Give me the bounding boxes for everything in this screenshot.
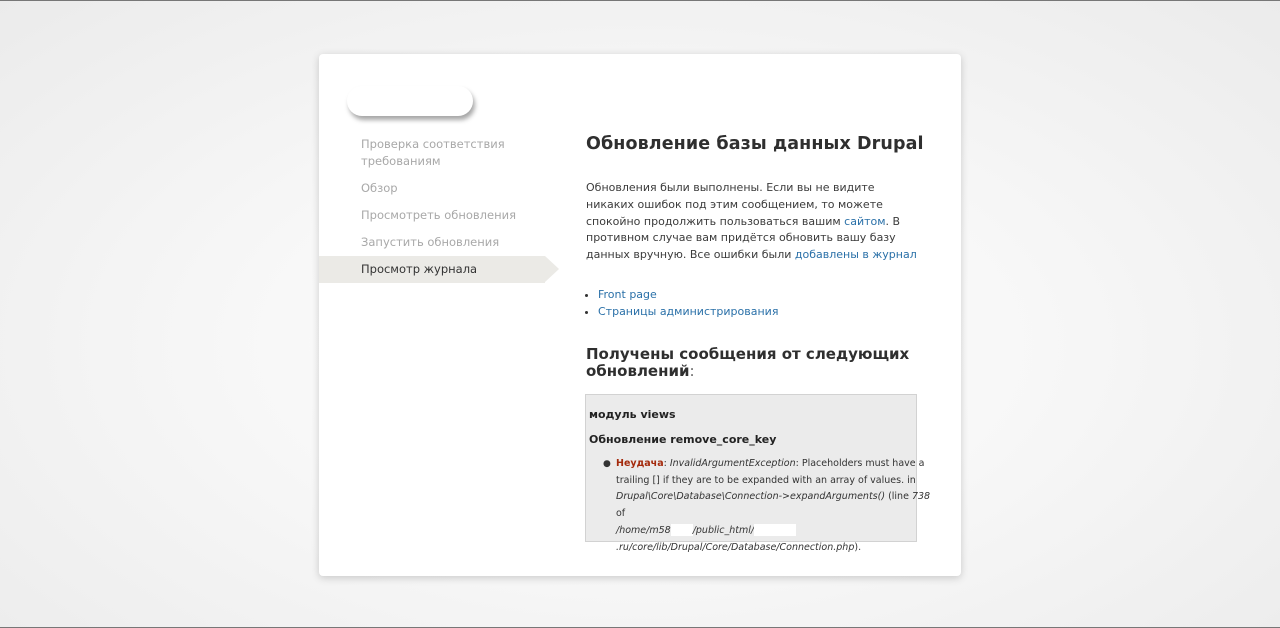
sidebar-item-requirements[interactable]: Проверка соответствия требованиям <box>319 136 559 170</box>
sidebar-item-label: Обзор <box>361 181 398 195</box>
intro-text: Обновления были выполнены. Если вы не ви… <box>586 180 926 264</box>
site-logo <box>347 86 473 116</box>
error-text-2: trailing [] if they are to be expanded w… <box>616 474 916 486</box>
sidebar-item-label: Проверка соответствия требованиям <box>361 137 505 168</box>
redacted-block <box>754 524 797 537</box>
messages-heading-text: Получены сообщения от следующих обновлен… <box>586 344 910 380</box>
list-item: Страницы администрирования <box>598 303 926 320</box>
error-text-3: (line <box>885 491 912 503</box>
fail-label: Неудача <box>616 458 664 469</box>
error-text-4: of <box>616 508 626 520</box>
messages-heading-colon: : <box>689 361 695 380</box>
path-part-2: /public_html/ <box>692 524 755 536</box>
redacted-block <box>670 524 693 537</box>
fail-colon: : <box>663 458 667 469</box>
sidebar-item-label: Просмотреть обновления <box>361 208 517 222</box>
links-list: Front page Страницы администрирования <box>586 286 926 320</box>
messages-box: модуль views Обновление remove_core_key … <box>585 394 930 553</box>
site-link[interactable]: сайтом <box>844 215 885 228</box>
path-end: ). <box>854 541 862 553</box>
path-part-1: /home/m58 <box>616 524 671 536</box>
line-number: 738 <box>911 491 931 503</box>
error-text-1: : Placeholders must have a <box>795 458 925 469</box>
sidebar-item-overview[interactable]: Обзор <box>319 180 559 197</box>
update-card: Проверка соответствия требованиям Обзор … <box>319 54 961 576</box>
error-item: ● Неудача: InvalidArgumentException: Pla… <box>603 456 1036 556</box>
exception-name: InvalidArgumentException <box>669 458 796 469</box>
page-title: Обновление базы данных Drupal <box>586 134 924 154</box>
sidebar-item-label: Запустить обновления <box>361 235 500 249</box>
error-code: Drupal\Core\Database\Connection->expandA… <box>616 491 886 503</box>
log-link[interactable]: добавлены в журнал <box>795 248 917 261</box>
admin-pages-link[interactable]: Страницы администрирования <box>598 305 778 318</box>
sidebar-item-review-updates[interactable]: Просмотреть обновления <box>319 207 559 224</box>
main-content: Обновление базы данных Drupal Обновления… <box>586 132 926 380</box>
sidebar-item-view-log[interactable]: Просмотр журнала <box>319 256 559 283</box>
sidebar-item-label: Просмотр журнала <box>361 262 478 276</box>
sidebar-nav: Проверка соответствия требованиям Обзор … <box>319 136 559 283</box>
sidebar-item-run-updates[interactable]: Запустить обновления <box>319 234 559 251</box>
list-item: Front page <box>598 286 926 303</box>
update-name: Обновление remove_core_key <box>589 433 777 446</box>
module-name: модуль views <box>589 408 676 421</box>
front-page-link[interactable]: Front page <box>598 288 657 301</box>
bullet-icon: ● <box>603 459 611 469</box>
path-part-3: .ru/core/lib/Drupal/Core/Database/Connec… <box>616 541 855 553</box>
intro-text-part1: Обновления были выполнены. Если вы не ви… <box>586 181 883 228</box>
messages-heading: Получены сообщения от следующих обновлен… <box>586 344 926 380</box>
